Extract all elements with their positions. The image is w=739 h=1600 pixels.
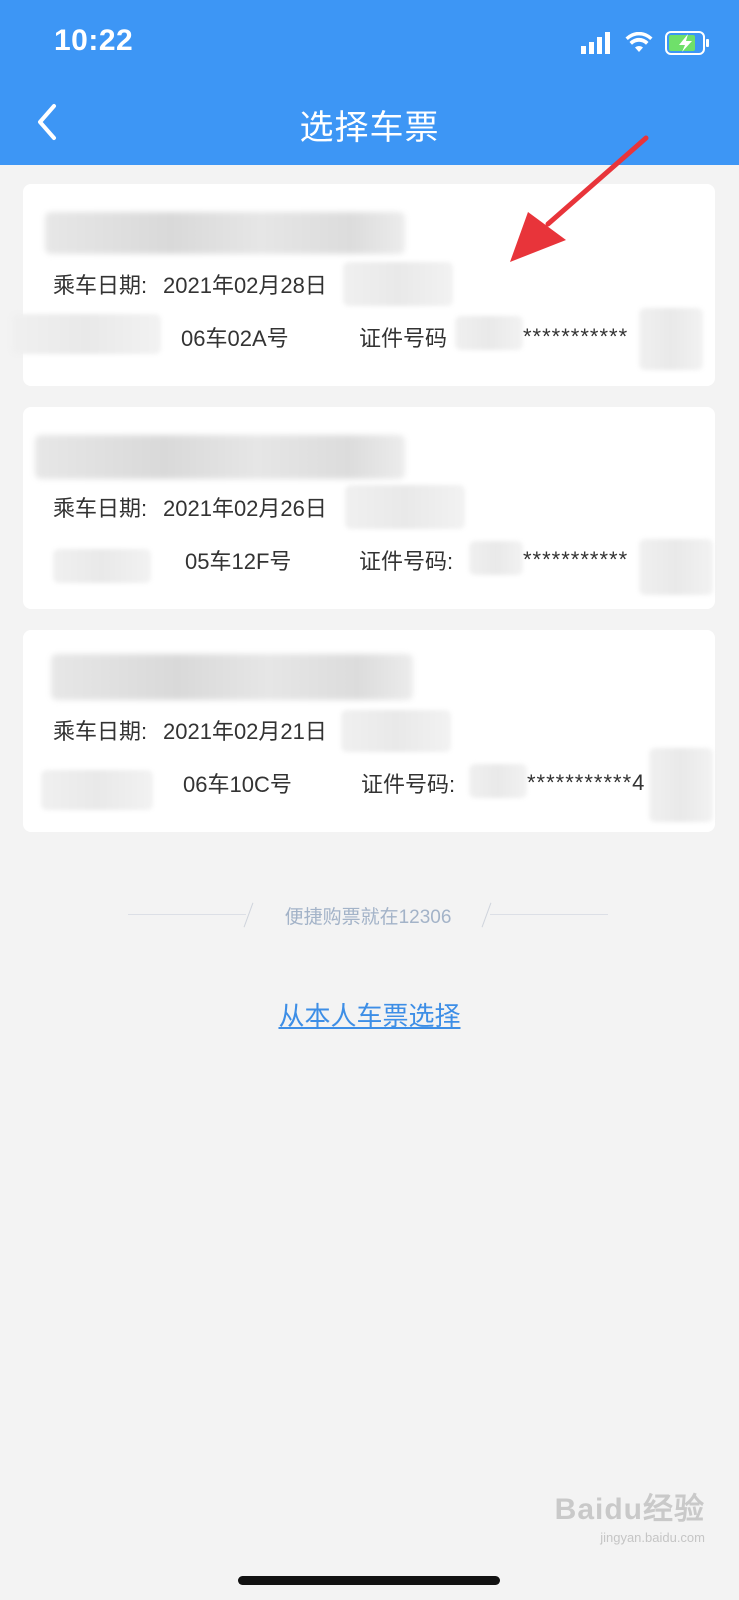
tagline-divider: 便捷购票就在12306	[128, 902, 608, 928]
travel-date-value: 2021年02月21日	[163, 719, 327, 744]
header-bar: 10:22 选择车票	[0, 0, 739, 165]
ticket-card[interactable]: 乘车日期: 2021年02月26日 05车12F号 证件号码: ********…	[23, 407, 715, 609]
travel-date-label: 乘车日期:	[53, 496, 148, 521]
watermark-url: jingyan.baidu.com	[600, 1530, 705, 1545]
redacted-passenger	[11, 314, 161, 354]
redacted-time	[345, 485, 465, 529]
watermark-brand: Baidu经验	[554, 1493, 705, 1526]
id-number-label: 证件号码:	[359, 549, 454, 574]
id-number-label: 证件号码	[359, 326, 448, 351]
travel-date-value: 2021年02月28日	[163, 273, 327, 298]
seat-number: 05车12F号	[185, 549, 292, 574]
redacted-passenger	[41, 770, 153, 810]
cellular-signal-icon	[581, 32, 610, 54]
status-icons	[581, 30, 711, 56]
wifi-icon	[625, 32, 653, 52]
ticket-card[interactable]: 乘车日期: 2021年02月21日 06车10C号 证件号码: ********…	[23, 630, 715, 832]
seat-number: 06车02A号	[181, 326, 289, 351]
battery-charging-icon	[665, 31, 709, 55]
home-indicator[interactable]	[238, 1576, 500, 1585]
page-title: 选择车票	[299, 109, 440, 147]
redacted-route	[51, 654, 413, 700]
redacted-id-tail	[639, 308, 703, 370]
travel-date-label: 乘车日期:	[53, 719, 148, 744]
id-number-masked: ***********	[523, 547, 629, 572]
status-time: 10:22	[54, 24, 134, 57]
redacted-id-tail	[639, 539, 713, 595]
id-number-masked: ***********4	[527, 770, 646, 795]
tagline-text: 便捷购票就在12306	[284, 907, 452, 928]
id-number-label: 证件号码:	[361, 772, 456, 797]
redacted-route	[35, 435, 405, 479]
seat-number: 06车10C号	[183, 772, 292, 797]
redacted-time	[343, 262, 453, 306]
travel-date-label: 乘车日期:	[53, 273, 148, 298]
redacted-id-type	[469, 541, 523, 575]
baidu-watermark: Baidu经验 jingyan.baidu.com	[555, 1484, 705, 1545]
redacted-passenger	[53, 549, 151, 583]
redacted-time	[341, 710, 451, 752]
redacted-id-type	[455, 316, 523, 350]
redacted-id-type	[469, 764, 527, 798]
select-own-ticket-link[interactable]: 从本人车票选择	[0, 996, 739, 1033]
divider-line-right	[490, 914, 608, 915]
travel-date-value: 2021年02月26日	[163, 496, 327, 521]
redacted-route	[45, 212, 405, 254]
ticket-card[interactable]: 乘车日期: 2021年02月28日 06车02A号 证件号码 *********…	[11, 184, 715, 386]
redacted-id-tail	[649, 748, 713, 822]
id-number-masked: ***********	[523, 324, 629, 349]
